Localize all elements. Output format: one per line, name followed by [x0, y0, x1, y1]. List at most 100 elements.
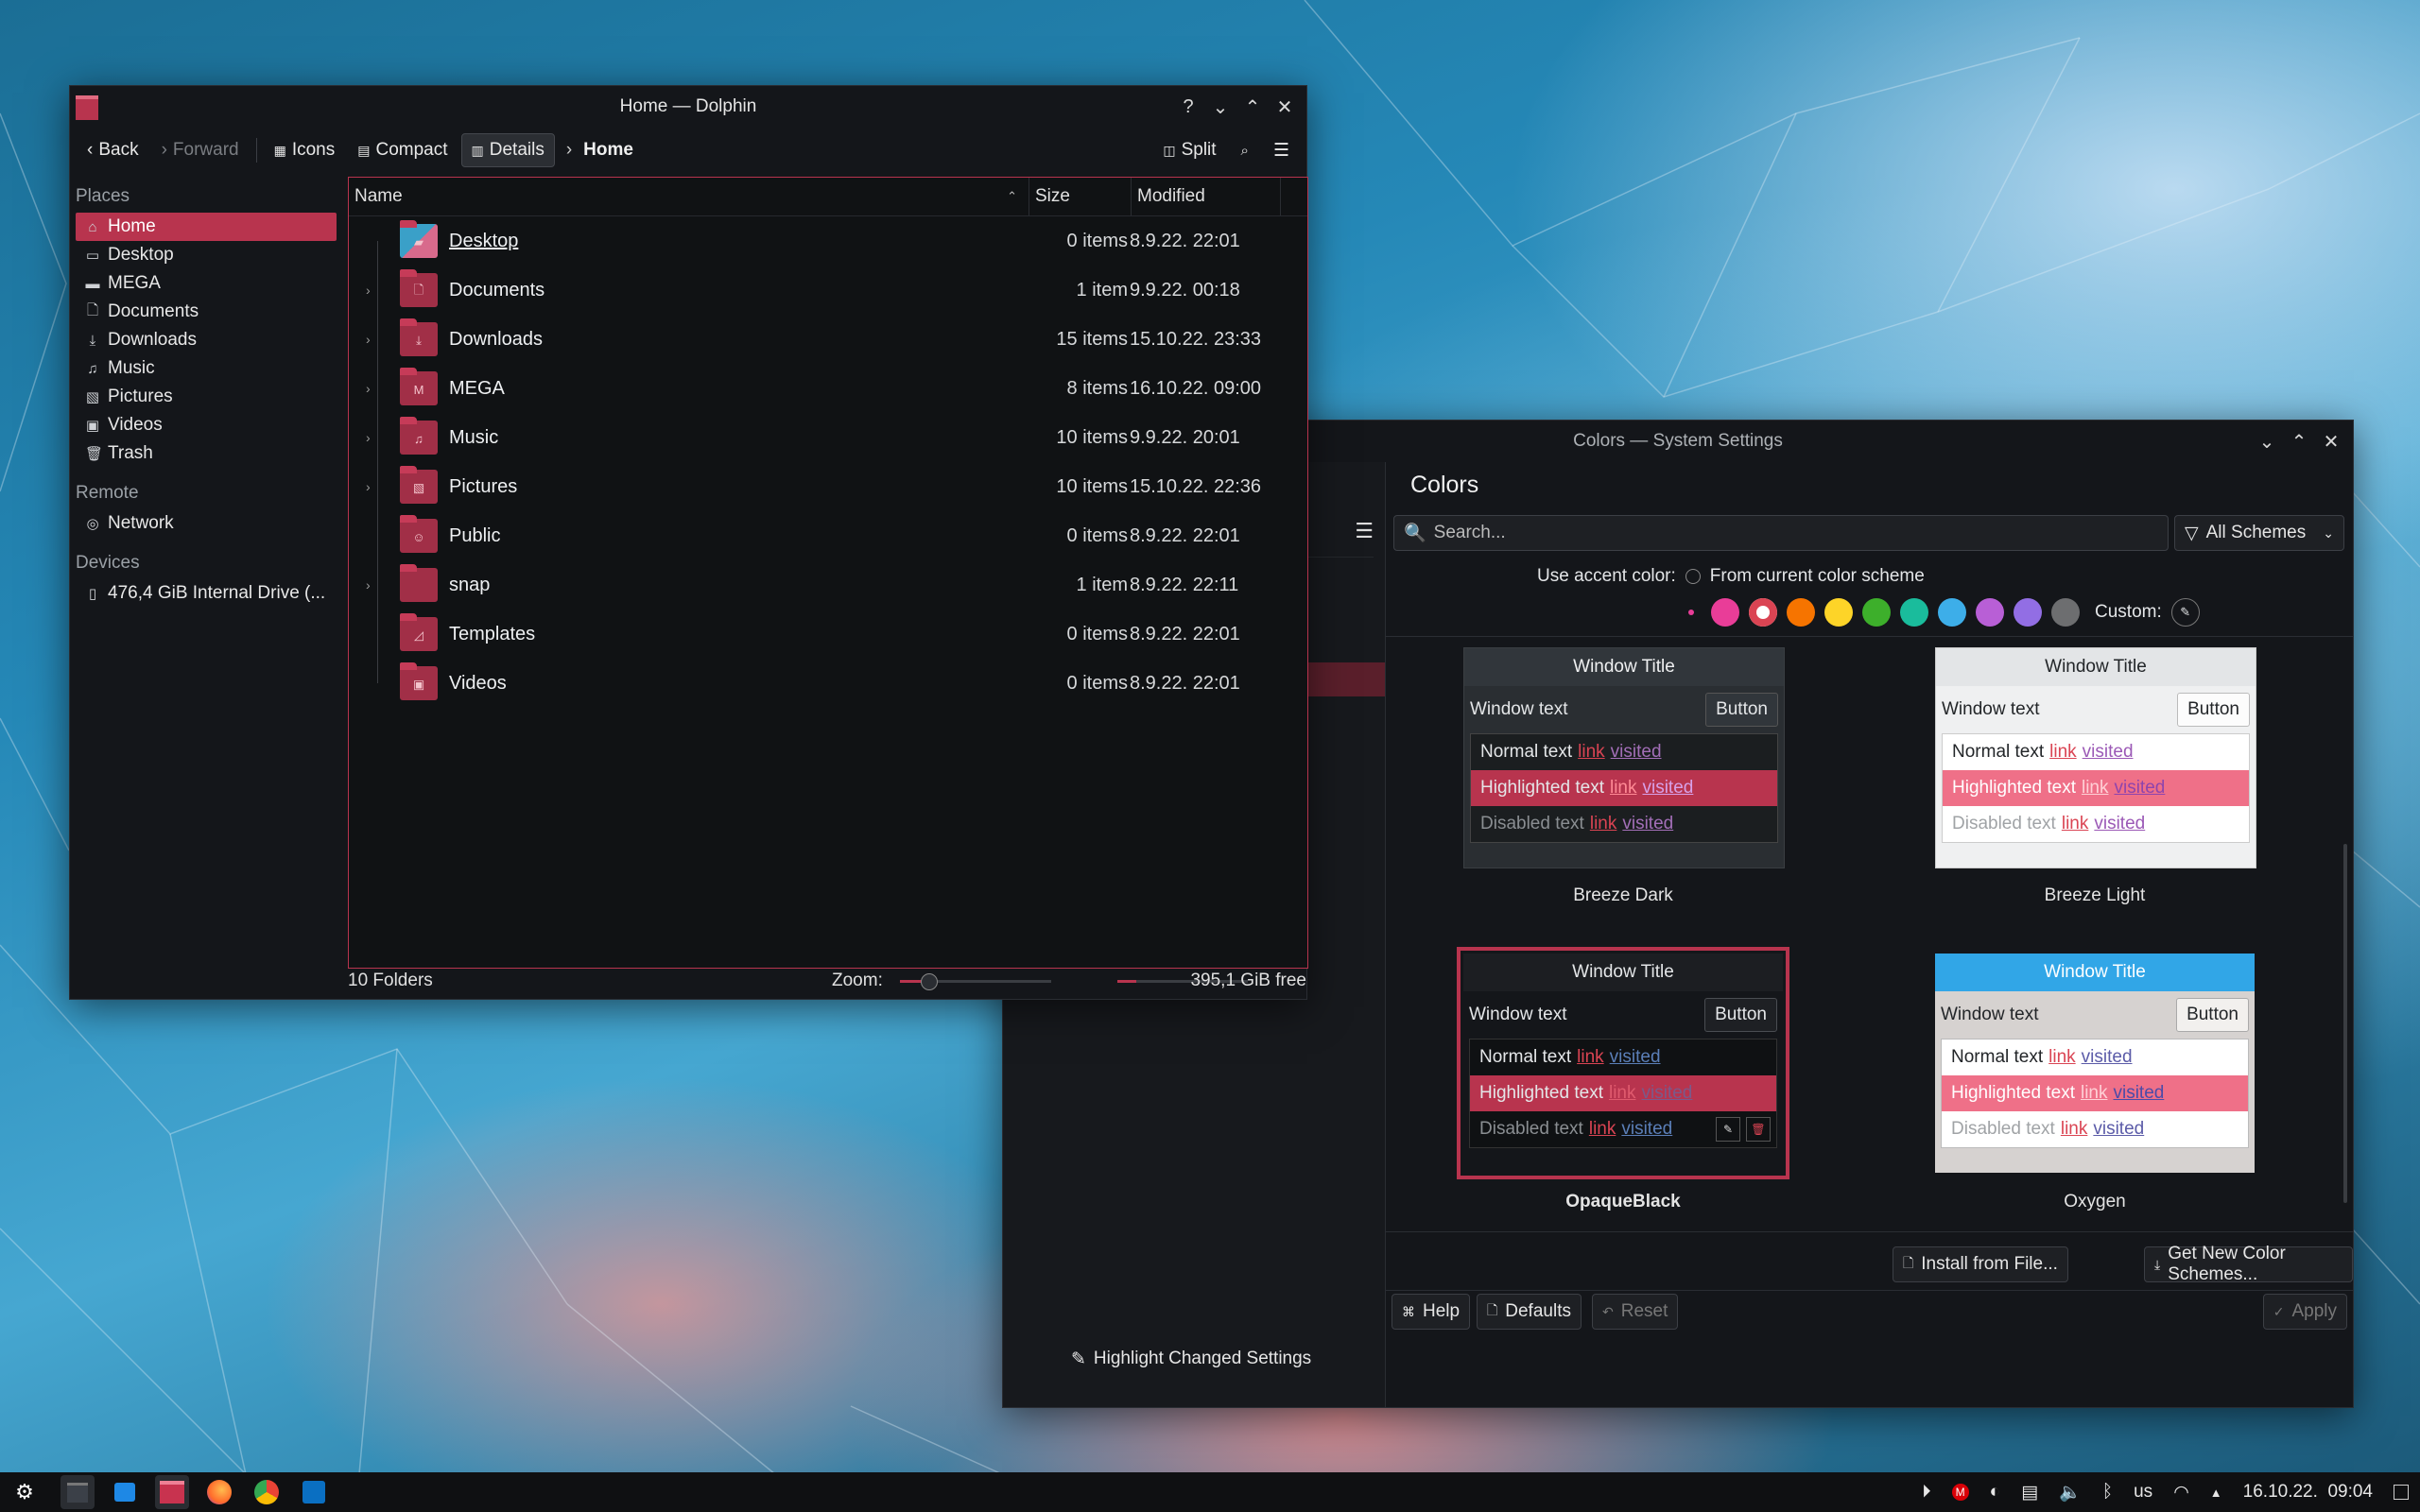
file-row[interactable]: ▰ Desktop 0 items 8.9.22. 22:01 — [349, 216, 1307, 266]
split-button[interactable]: ◫ Split — [1153, 134, 1225, 166]
discover-taskbar-icon[interactable] — [108, 1475, 142, 1509]
edit-scheme-button[interactable]: ✎ — [1716, 1117, 1740, 1142]
file-row[interactable]: ▣ Videos 0 items 8.9.22. 22:01 — [349, 659, 1307, 708]
scheme-preview-opaqueblack[interactable]: Window Title Window text Button Normal te… — [1457, 947, 1789, 1179]
accent-swatch[interactable] — [1938, 598, 1966, 627]
expand-icon[interactable]: › — [366, 381, 371, 396]
scheme-filter-dropdown[interactable]: ▽ All Schemes ⌄ — [2174, 515, 2344, 551]
accent-radio-selected[interactable] — [1688, 610, 1694, 615]
file-row[interactable]: ☺ Public 0 items 8.9.22. 22:01 — [349, 511, 1307, 560]
accent-swatch[interactable] — [1711, 598, 1739, 627]
scheme-preview-oxygen[interactable]: Window Title Window text Button Normal te… — [1935, 954, 2255, 1173]
application-launcher-icon[interactable]: ⚙ — [8, 1475, 42, 1509]
back-button[interactable]: ‹ Back — [78, 134, 148, 166]
accent-swatch-selected[interactable] — [1749, 598, 1777, 627]
night-color-icon[interactable]: ◐ — [1990, 1482, 2000, 1503]
zoom-slider[interactable] — [900, 973, 1051, 990]
vscode-icon[interactable] — [297, 1475, 331, 1509]
file-row[interactable]: ◿ Templates 0 items 8.9.22. 22:01 — [349, 610, 1307, 659]
scheme-preview-breeze-light[interactable]: Window Title Window text Button Normal te… — [1935, 647, 2256, 868]
places-item-mega[interactable]: ▬ MEGA — [76, 269, 337, 298]
apply-button[interactable]: ✓ Apply — [2262, 1294, 2347, 1330]
preview-highlighted-text: Highlighted text — [1479, 1083, 1603, 1103]
file-row[interactable]: › ▧ Pictures 10 items 15.10.22. 22:36 — [349, 462, 1307, 511]
file-row[interactable]: › snap 1 item 8.9.22. 22:11 — [349, 560, 1307, 610]
expand-icon[interactable]: › — [366, 283, 371, 298]
scheme-preview-breeze-dark[interactable]: Window Title Window text Button Normal te… — [1463, 647, 1785, 868]
places-item-home[interactable]: ⌂ Home — [76, 213, 337, 241]
column-name[interactable]: Name ⌃ — [349, 178, 1029, 215]
breadcrumb-home[interactable]: Home — [583, 140, 633, 161]
places-item-desktop[interactable]: ▭ Desktop — [76, 241, 337, 269]
file-row[interactable]: › ⤓ Downloads 15 items 15.10.22. 23:33 — [349, 315, 1307, 364]
sidebar-menu-icon[interactable]: ☰ — [1355, 519, 1374, 543]
file-row[interactable]: › M MEGA 8 items 16.10.22. 09:00 — [349, 364, 1307, 413]
defaults-button[interactable]: 🗋 Defaults — [1477, 1294, 1582, 1330]
dolphin-taskbar-icon[interactable] — [155, 1475, 189, 1509]
highlight-changed-settings-button[interactable]: ✎ Highlight Changed Settings — [1062, 1341, 1321, 1377]
accent-swatch[interactable] — [1862, 598, 1891, 627]
column-modified[interactable]: Modified — [1132, 178, 1281, 215]
compact-view-button[interactable]: ▤ Compact — [348, 134, 457, 166]
accent-swatch[interactable] — [1824, 598, 1853, 627]
accent-from-scheme-radio[interactable] — [1685, 569, 1701, 584]
minimize-button[interactable]: ⌄ — [2255, 429, 2279, 454]
accent-swatch[interactable] — [1900, 598, 1928, 627]
accent-swatch[interactable] — [1787, 598, 1815, 627]
scrollbar[interactable] — [2343, 844, 2347, 1203]
close-button[interactable]: ✕ — [1272, 94, 1297, 119]
mega-tray-icon[interactable]: M — [1951, 1484, 1969, 1501]
places-item-videos[interactable]: ▣ Videos — [76, 411, 337, 439]
accent-swatch[interactable] — [2014, 598, 2042, 627]
column-size[interactable]: Size — [1029, 178, 1132, 215]
wifi-icon[interactable]: ◠ — [2173, 1482, 2189, 1503]
details-view-button[interactable]: ▥ Details — [460, 133, 555, 167]
icons-view-button[interactable]: ▦ Icons — [265, 134, 345, 166]
file-modified: 8.9.22. 22:01 — [1130, 623, 1240, 644]
help-button[interactable]: ⌘ Help — [1392, 1294, 1471, 1330]
reset-button[interactable]: ↶ Reset — [1592, 1294, 1679, 1330]
places-item-music[interactable]: ♫ Music — [76, 354, 337, 383]
file-row[interactable]: › ♫ Music 10 items 9.9.22. 20:01 — [349, 413, 1307, 462]
hamburger-menu-button[interactable]: ☰ — [1264, 134, 1299, 167]
places-item-documents[interactable]: 🗋 Documents — [76, 298, 337, 326]
accent-swatch[interactable] — [2051, 598, 2080, 627]
file-row[interactable]: › 🗋 Documents 1 item 9.9.22. 00:18 — [349, 266, 1307, 315]
places-item-internal-drive[interactable]: ▯ 476,4 GiB Internal Drive (... — [76, 579, 337, 608]
maximize-button[interactable]: ⌃ — [2287, 429, 2311, 454]
get-new-color-schemes-button[interactable]: ⤓ Get New Color Schemes... — [2144, 1244, 2353, 1284]
minimize-button[interactable]: ⌄ — [1208, 94, 1233, 119]
chrome-icon[interactable] — [250, 1475, 284, 1509]
close-button[interactable]: ✕ — [2319, 429, 2343, 454]
search-input[interactable]: 🔍 Search... — [1393, 515, 2169, 551]
dolphin-titlebar[interactable]: Home — Dolphin ? ⌄ ⌃ ✕ — [70, 86, 1306, 128]
search-button[interactable]: ⌕ — [1232, 137, 1258, 164]
expand-icon[interactable]: › — [366, 332, 371, 347]
check-icon: ✓ — [2273, 1303, 2285, 1319]
maximize-button[interactable]: ⌃ — [1240, 94, 1265, 119]
volume-icon[interactable]: 🔈 — [2059, 1481, 2082, 1503]
delete-scheme-button[interactable]: 🗑 — [1746, 1117, 1771, 1142]
tray-expand-icon[interactable]: ▲ — [2210, 1486, 2222, 1500]
system-settings-taskbar-icon[interactable] — [60, 1475, 95, 1509]
forward-button[interactable]: › Forward — [152, 134, 249, 166]
clipboard-icon[interactable]: ▤ — [2021, 1482, 2038, 1503]
bluetooth-icon[interactable]: ᛒ — [2102, 1482, 2113, 1503]
places-item-pictures[interactable]: ▧ Pictures — [76, 383, 337, 411]
places-item-network[interactable]: ◎ Network — [76, 509, 337, 538]
zoom-slider-handle[interactable] — [921, 973, 938, 990]
places-item-downloads[interactable]: ⤓ Downloads — [76, 326, 337, 354]
expand-icon[interactable]: › — [366, 577, 371, 593]
firefox-icon[interactable] — [202, 1475, 236, 1509]
install-from-file-button[interactable]: 🗋 Install from File... — [1893, 1246, 2068, 1282]
expand-icon[interactable]: › — [366, 430, 371, 445]
expand-icon[interactable]: › — [366, 479, 371, 494]
places-item-trash[interactable]: 🗑 Trash — [76, 439, 337, 468]
clock[interactable]: 16.10.22. 09:04 — [2243, 1482, 2373, 1503]
accent-swatch[interactable] — [1976, 598, 2004, 627]
keyboard-layout[interactable]: us — [2134, 1482, 2152, 1503]
custom-color-picker[interactable]: ✎ — [2170, 598, 2200, 627]
show-desktop-button[interactable] — [2394, 1485, 2409, 1500]
help-icon[interactable]: ? — [1176, 94, 1201, 119]
media-player-icon[interactable]: ⏵ — [1922, 1482, 1931, 1503]
